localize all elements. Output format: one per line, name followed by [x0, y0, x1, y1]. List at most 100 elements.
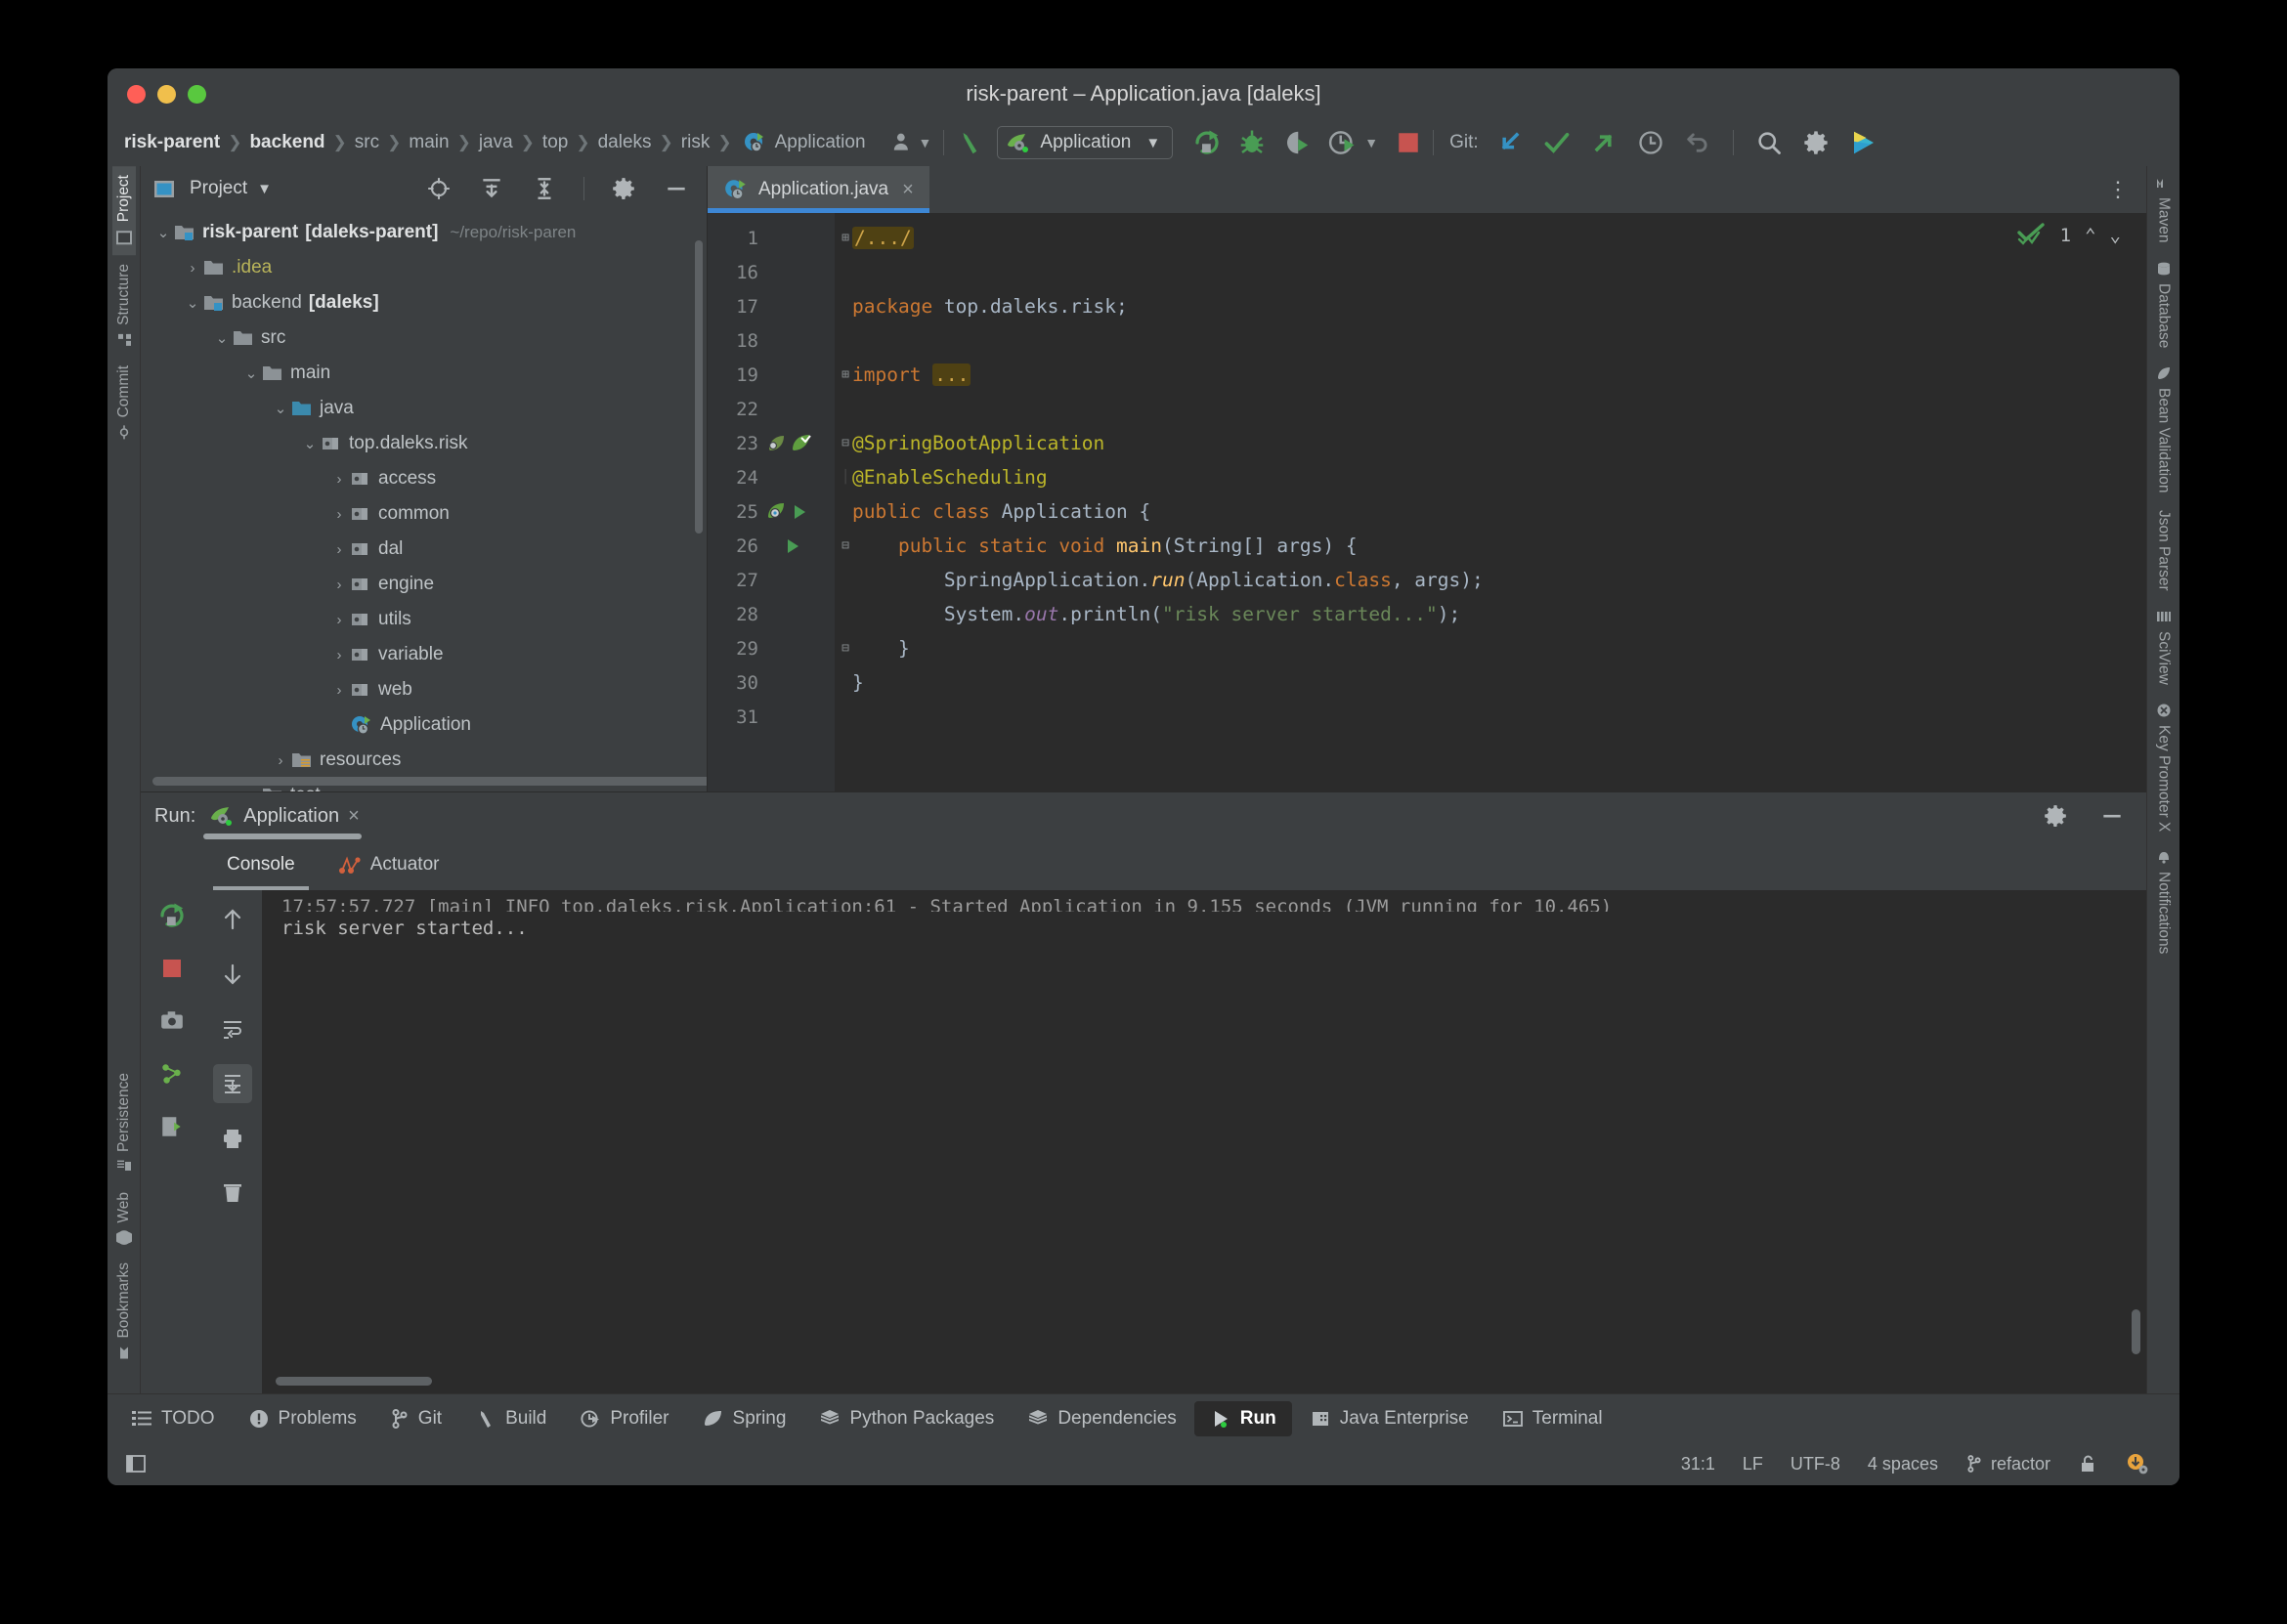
sidebar-item-bookmarks[interactable]: Bookmarks: [112, 1254, 136, 1370]
print-icon[interactable]: [213, 1119, 252, 1158]
folded-imports[interactable]: ...: [932, 363, 971, 386]
sidebar-item-maven[interactable]: Maven: [2152, 166, 2176, 252]
settings-gear-icon[interactable]: [1802, 129, 1830, 156]
run-gutter-icon[interactable]: [784, 537, 801, 555]
collapse-all-icon[interactable]: [532, 176, 557, 201]
sidebar-item-structure[interactable]: Structure: [112, 255, 136, 357]
tree-node-resources[interactable]: › resources: [141, 743, 707, 778]
profiler-icon[interactable]: [1327, 128, 1357, 157]
chevron-down-icon[interactable]: ⌄: [152, 224, 174, 241]
build-hammer-icon[interactable]: [956, 128, 985, 157]
breadcrumb-backend[interactable]: backend: [246, 132, 327, 153]
breadcrumb-main[interactable]: main: [406, 132, 452, 153]
console-horizontal-scrollbar[interactable]: [276, 1377, 432, 1386]
sidebar-item-bean-validation[interactable]: Bean Validation: [2152, 357, 2176, 501]
tree-node-application[interactable]: Application: [141, 707, 707, 743]
console-output[interactable]: 17:57:57.727 [main] INFO top.daleks.risk…: [262, 890, 2146, 1393]
tree-node-backend[interactable]: ⌄ backend [daleks]: [141, 285, 707, 321]
scroll-down-icon[interactable]: [213, 955, 252, 994]
project-tree[interactable]: ⌄ risk-parent [daleks-parent] ~/repo/ris…: [141, 211, 707, 791]
ide-assistant-icon[interactable]: [1849, 128, 1878, 157]
fold-marker[interactable]: ⊞: [839, 367, 852, 382]
chevron-right-icon[interactable]: ›: [328, 647, 350, 663]
git-update-icon[interactable]: [1496, 129, 1524, 156]
tool-button-problems[interactable]: Problems: [233, 1401, 372, 1436]
tree-node-dal[interactable]: › dal: [141, 532, 707, 567]
scroll-up-icon[interactable]: [213, 900, 252, 939]
editor-gutter[interactable]: 1 16 17 18 19 22 23 24 25 26 27 28 29 30…: [708, 213, 835, 791]
fold-marker[interactable]: ⊟: [839, 538, 852, 553]
breadcrumb-daleks[interactable]: daleks: [595, 132, 655, 153]
tool-button-java-enterprise[interactable]: Java Enterprise: [1294, 1401, 1485, 1436]
close-icon[interactable]: ×: [348, 805, 360, 828]
tree-node-common[interactable]: › common: [141, 496, 707, 532]
caret-position[interactable]: 31:1: [1667, 1454, 1729, 1474]
file-encoding[interactable]: UTF-8: [1777, 1454, 1854, 1474]
settings-gear-icon[interactable]: [611, 176, 636, 201]
bean-icon[interactable]: [766, 433, 787, 453]
tool-button-terminal[interactable]: Terminal: [1487, 1401, 1618, 1436]
chevron-right-icon[interactable]: ›: [328, 612, 350, 628]
sidebar-item-json-parser[interactable]: Json Parser: [2152, 501, 2176, 600]
sidebar-item-persistence[interactable]: Persistence: [112, 1064, 136, 1183]
sidebar-item-project[interactable]: Project: [111, 166, 136, 256]
chevron-right-icon[interactable]: ›: [328, 471, 350, 488]
debug-icon[interactable]: [1237, 128, 1267, 157]
chevron-down-icon[interactable]: ⌄: [299, 435, 321, 452]
chevron-right-icon[interactable]: ›: [328, 541, 350, 558]
settings-gear-icon[interactable]: [2043, 803, 2068, 829]
soft-wrap-icon[interactable]: [213, 1009, 252, 1048]
folded-comment[interactable]: /.../: [852, 227, 914, 249]
chevron-down-icon[interactable]: ⌄: [240, 364, 262, 382]
code-editor[interactable]: 1 16 17 18 19 22 23 24 25 26 27 28 29 30…: [708, 213, 2146, 791]
next-problem-icon[interactable]: ⌄: [2110, 225, 2121, 246]
previous-problem-icon[interactable]: ⌃: [2085, 225, 2095, 246]
chevron-down-icon[interactable]: ⌄: [270, 400, 291, 417]
chevron-right-icon[interactable]: ›: [182, 260, 203, 277]
breadcrumb-application[interactable]: Application: [772, 132, 869, 153]
inspection-widget[interactable]: 1 ⌃ ⌄: [2016, 223, 2121, 248]
tool-button-build[interactable]: Build: [459, 1401, 562, 1436]
fold-marker[interactable]: ⊟: [839, 641, 852, 656]
tree-node-idea[interactable]: › .idea: [141, 250, 707, 285]
breadcrumb-risk-parent[interactable]: risk-parent: [121, 132, 223, 153]
tree-node-web[interactable]: › web: [141, 672, 707, 707]
spring-bean-icon[interactable]: [766, 501, 787, 522]
tree-node-src[interactable]: ⌄ src: [141, 321, 707, 356]
tree-node-variable[interactable]: › variable: [141, 637, 707, 672]
unlocked-icon[interactable]: [2064, 1453, 2111, 1474]
fold-marker[interactable]: ⊟: [839, 436, 852, 450]
tool-button-python-packages[interactable]: Python Packages: [803, 1401, 1010, 1436]
git-push-icon[interactable]: [1590, 129, 1618, 156]
chevron-right-icon[interactable]: ›: [328, 506, 350, 523]
git-commit-icon[interactable]: [1543, 129, 1571, 156]
breadcrumb-java[interactable]: java: [476, 132, 516, 153]
code-text[interactable]: ⊞/.../ package top.daleks.risk; ⊞ import …: [835, 213, 2146, 791]
thread-dump-icon[interactable]: [152, 1054, 192, 1093]
camera-icon[interactable]: [152, 1002, 192, 1041]
breadcrumb-risk[interactable]: risk: [678, 132, 713, 153]
chevron-right-icon[interactable]: ›: [240, 788, 262, 792]
search-icon[interactable]: [1755, 129, 1783, 156]
chevron-down-icon[interactable]: ▼: [919, 135, 932, 150]
tree-vertical-scrollbar[interactable]: [695, 240, 703, 534]
sidebar-item-commit[interactable]: Commit: [112, 357, 136, 449]
tool-button-git[interactable]: Git: [374, 1401, 457, 1436]
hide-icon[interactable]: [2099, 803, 2125, 829]
git-branch-widget[interactable]: refactor: [1952, 1454, 2064, 1474]
ide-update-icon[interactable]: [2111, 1452, 2162, 1475]
scroll-to-end-icon[interactable]: [213, 1064, 252, 1103]
chevron-down-icon[interactable]: ▼: [1364, 135, 1378, 150]
indent-setting[interactable]: 4 spaces: [1854, 1454, 1952, 1474]
exit-icon[interactable]: [152, 1107, 192, 1146]
tree-node-utils[interactable]: › utils: [141, 602, 707, 637]
history-icon[interactable]: [1637, 129, 1664, 156]
sidebar-item-notifications[interactable]: Notifications: [2152, 840, 2176, 962]
clear-all-icon[interactable]: [213, 1174, 252, 1213]
tool-button-profiler[interactable]: Profiler: [564, 1401, 684, 1436]
rollback-icon[interactable]: [1684, 129, 1711, 156]
hide-icon[interactable]: [664, 176, 689, 201]
tree-node-engine[interactable]: › engine: [141, 567, 707, 602]
chevron-down-icon[interactable]: ▼: [257, 181, 272, 197]
run-configuration-selector[interactable]: Application ▼: [997, 126, 1174, 159]
